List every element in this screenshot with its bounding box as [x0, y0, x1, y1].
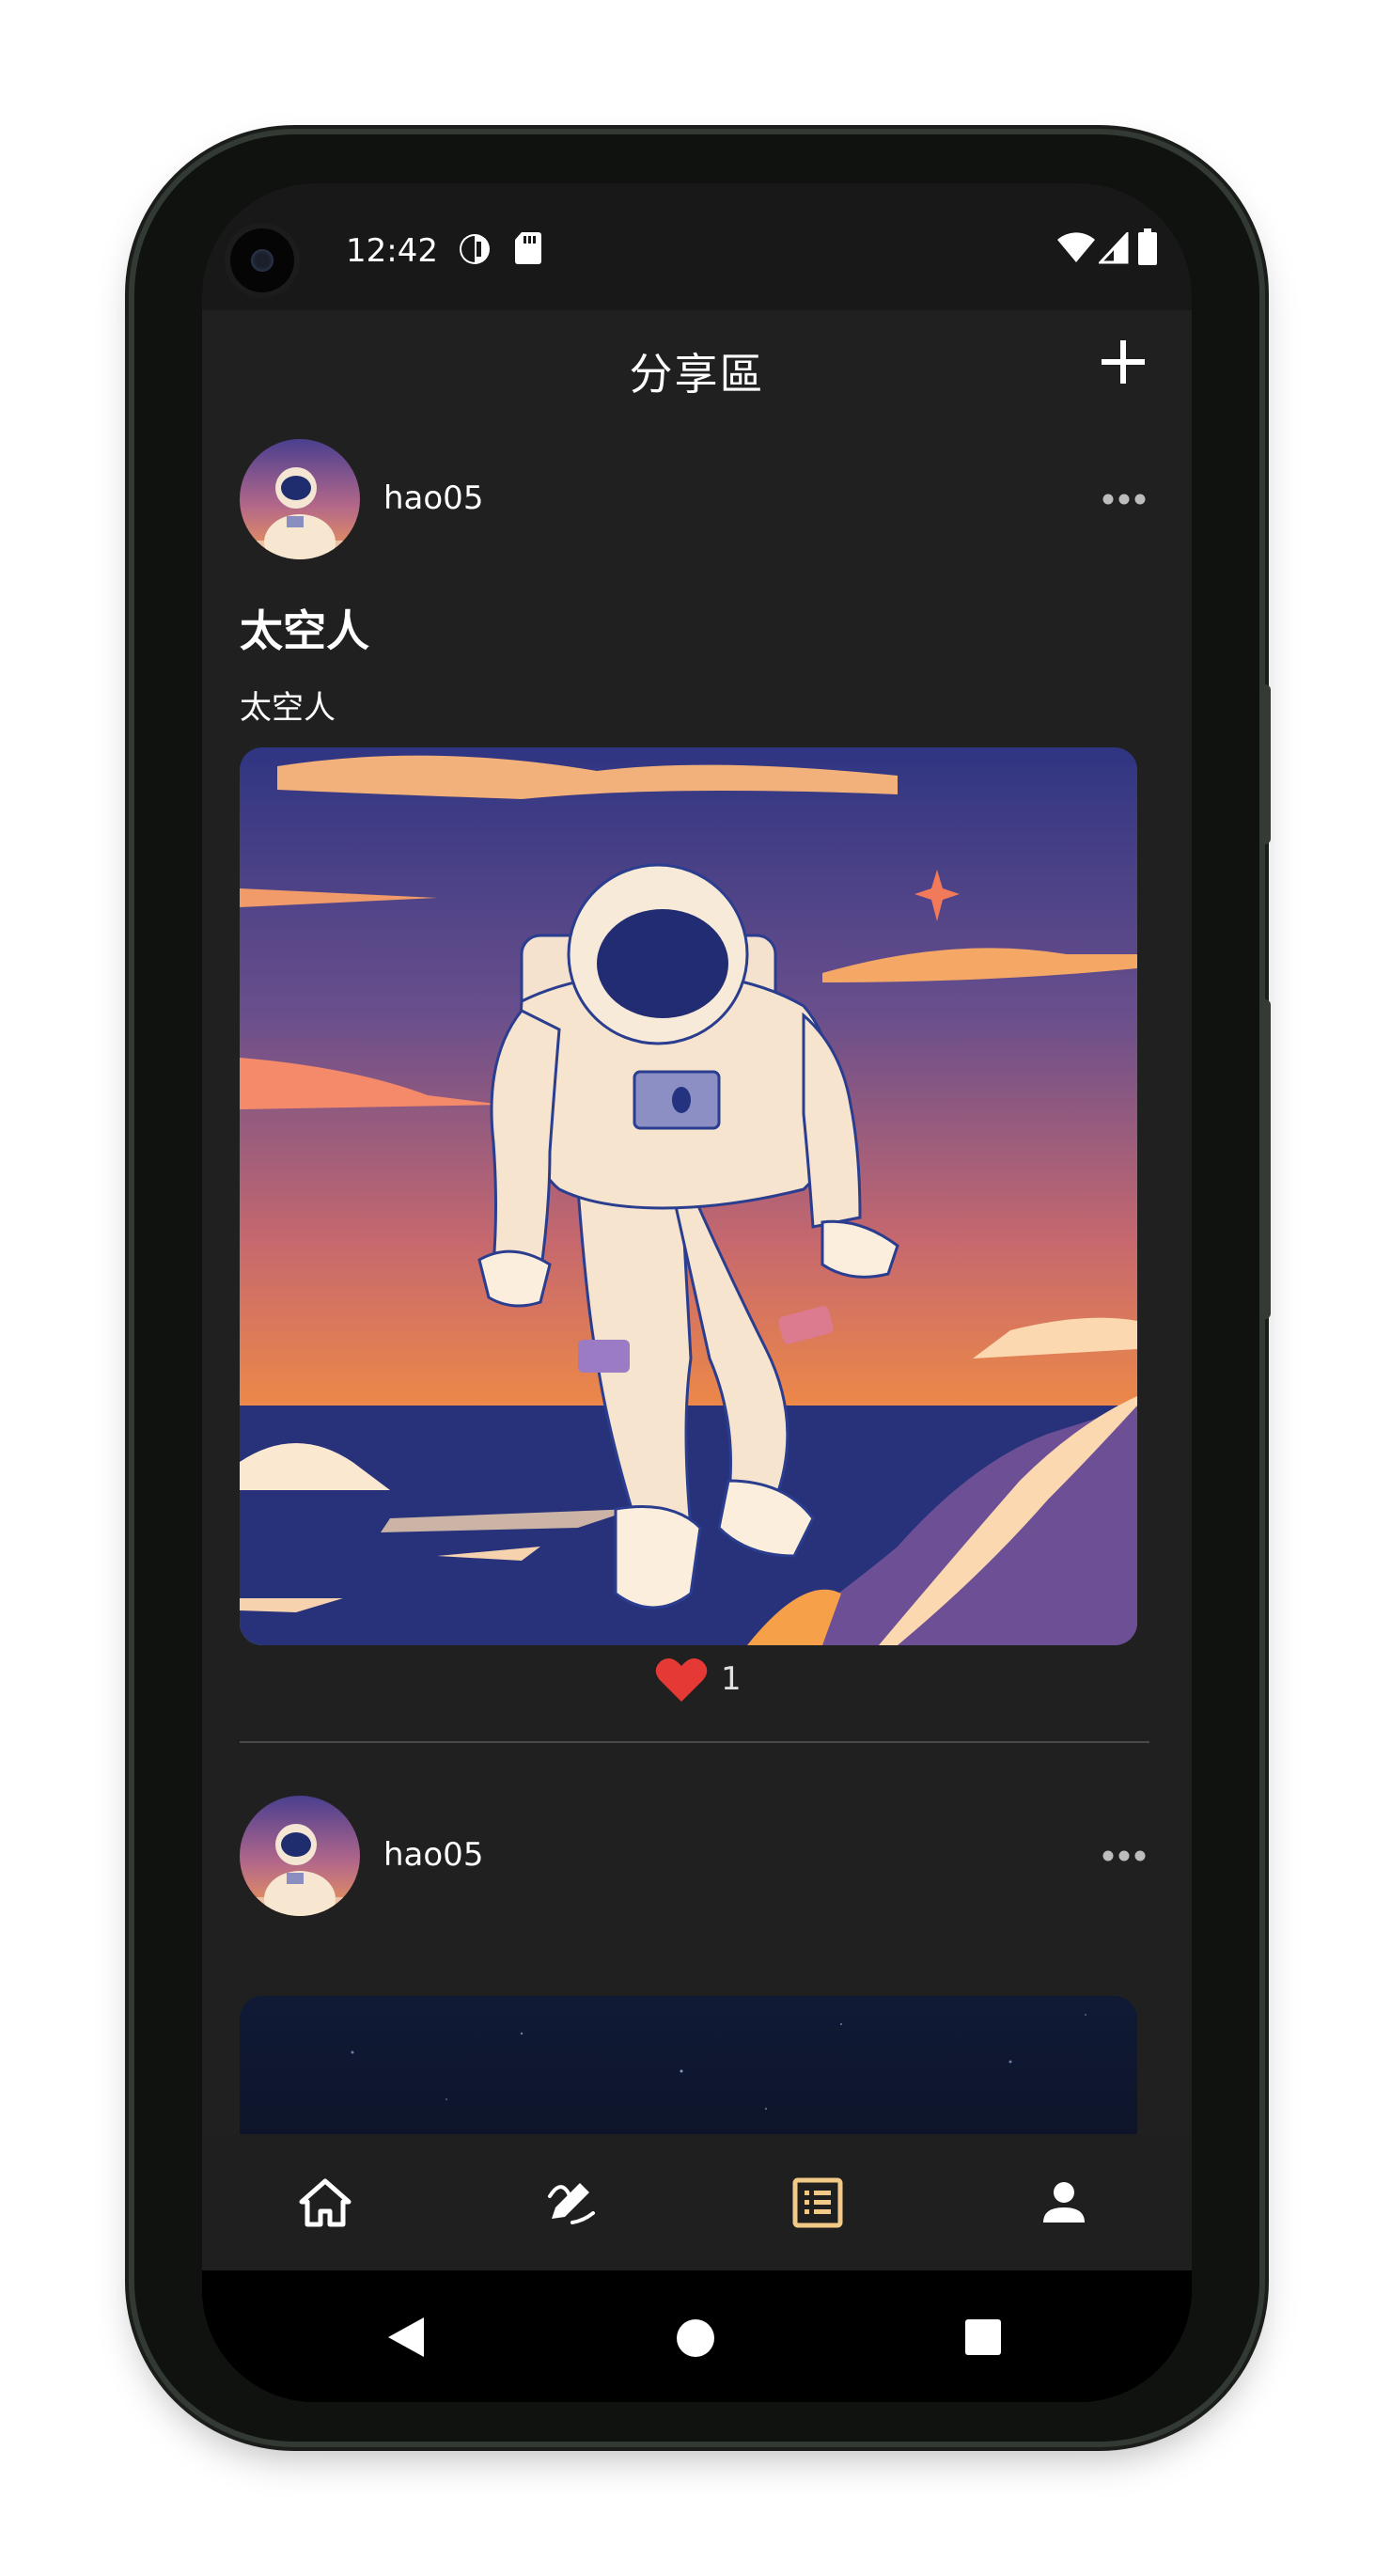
- bottom-navigation: [202, 2134, 1192, 2270]
- list-icon[interactable]: [785, 2170, 851, 2236]
- post-description: 太空人: [240, 689, 336, 727]
- status-time: 12:42: [346, 232, 438, 270]
- post-title: 太空人: [240, 605, 369, 656]
- power-button: [1259, 999, 1271, 1319]
- data-saver-icon: [460, 234, 490, 264]
- battery-icon: [1138, 228, 1157, 265]
- feed-list[interactable]: hao05 太空人 太空人 1 hao05: [202, 423, 1192, 2134]
- post-image[interactable]: [240, 747, 1137, 1645]
- more-options-icon[interactable]: [1102, 1849, 1146, 1862]
- home-circle-icon[interactable]: [675, 2317, 716, 2359]
- avatar[interactable]: [240, 1796, 360, 1916]
- avatar[interactable]: [240, 439, 360, 559]
- post-username[interactable]: hao05: [383, 479, 483, 517]
- home-icon[interactable]: [292, 2170, 358, 2236]
- like-count: 1: [721, 1660, 742, 1698]
- edit-icon[interactable]: [539, 2170, 604, 2236]
- post-image[interactable]: [240, 1996, 1137, 2134]
- wifi-icon: [1057, 232, 1095, 262]
- recents-icon[interactable]: [963, 2317, 1003, 2357]
- person-icon[interactable]: [1031, 2170, 1097, 2236]
- back-icon[interactable]: [386, 2316, 426, 2359]
- post-username[interactable]: hao05: [383, 1836, 483, 1874]
- post-divider: [240, 1741, 1149, 1743]
- app-bar: 分享區: [202, 310, 1192, 423]
- page-title: 分享區: [629, 349, 765, 400]
- add-post-button[interactable]: [1100, 338, 1147, 385]
- sd-card-icon: [515, 232, 541, 264]
- signal-icon: [1099, 232, 1129, 264]
- more-options-icon[interactable]: [1102, 493, 1146, 506]
- phone-frame: 12:42 分享區 hao05 太空人 太空人 1 hao05: [134, 134, 1271, 2442]
- heart-icon[interactable]: [655, 1657, 708, 1704]
- like-row: 1: [202, 1655, 1192, 1711]
- screen: 12:42 分享區 hao05 太空人 太空人 1 hao05: [202, 183, 1192, 2402]
- volume-button: [1259, 684, 1271, 844]
- status-bar: 12:42: [202, 183, 1192, 310]
- system-navigation-bar: [202, 2270, 1192, 2402]
- camera-cutout: [230, 228, 294, 292]
